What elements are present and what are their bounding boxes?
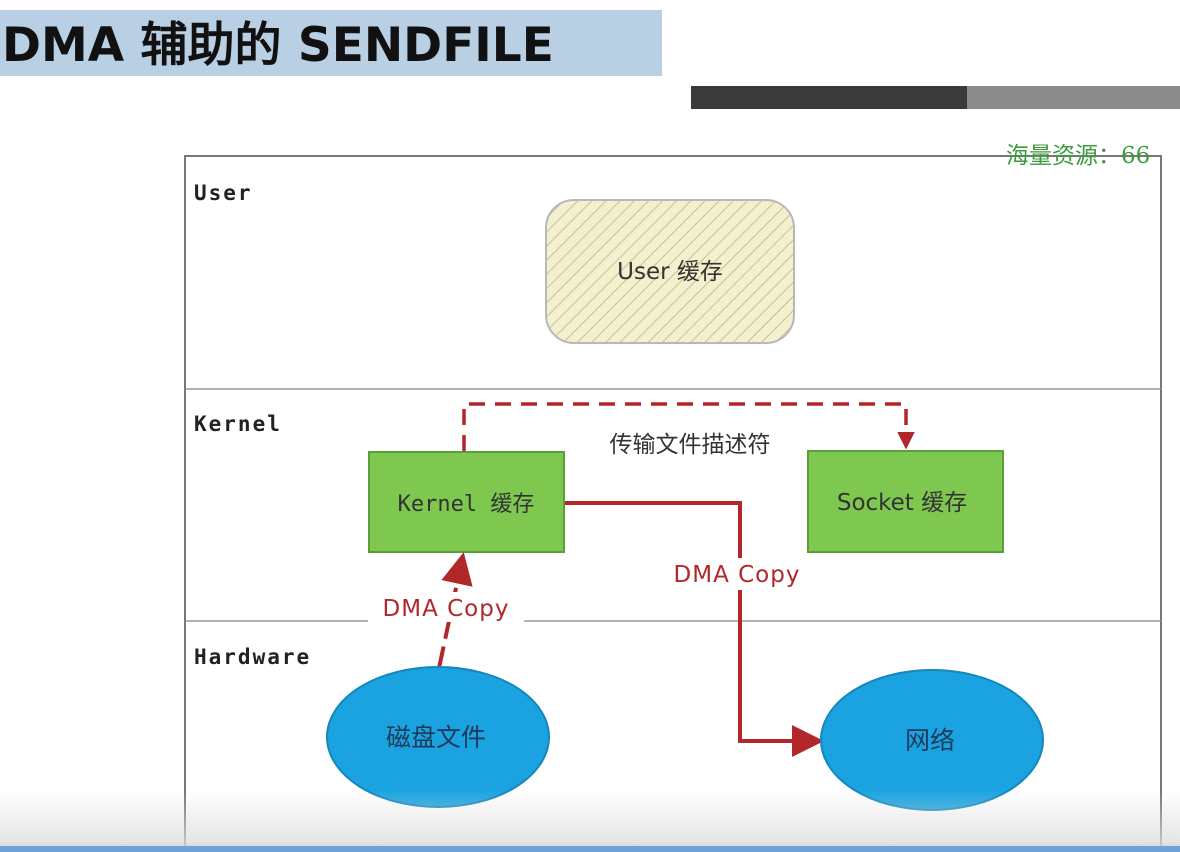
bottom-fade [0, 790, 1180, 852]
watermark-text: 海量资源：66 [1006, 143, 1151, 169]
network-label: 网络 [905, 726, 955, 755]
dma-copy-network-arrow [565, 501, 824, 757]
dma-copy-network-label: DMA Copy [674, 562, 801, 588]
socket-buffer-label: Socket 缓存 [837, 490, 967, 516]
kernel-buffer-label: Kernel 缓存 [398, 492, 535, 517]
disk-file-label: 磁盘文件 [386, 723, 486, 752]
bottom-border [0, 846, 1180, 852]
section-label-user: User [194, 181, 253, 205]
sendfile-diagram: User Kernel Hardware User 缓存 传输文件描述符 Ker… [184, 155, 1162, 852]
descriptor-label: 传输文件描述符 [610, 432, 771, 458]
dma-copy-disk-label: DMA Copy [383, 596, 510, 622]
section-label-kernel: Kernel [194, 412, 282, 436]
section-label-hardware: Hardware [194, 645, 311, 669]
user-buffer-label: User 缓存 [617, 259, 723, 285]
